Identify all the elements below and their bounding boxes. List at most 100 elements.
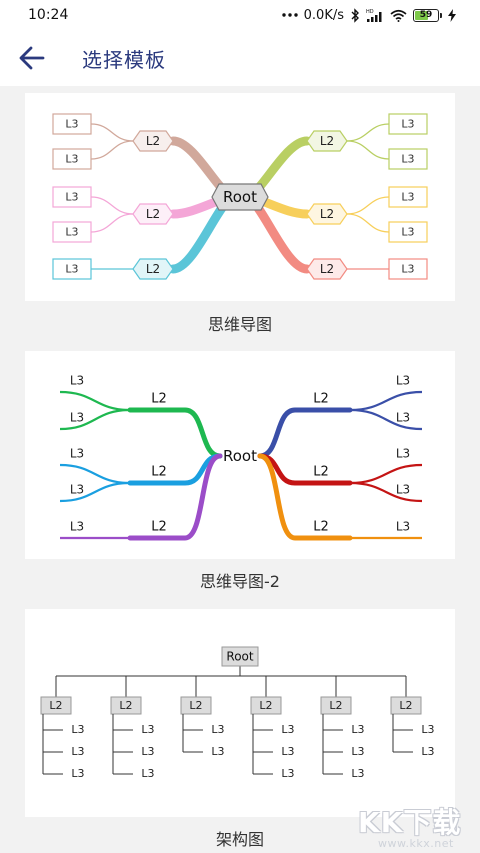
mindmap2-leaf-line xyxy=(349,481,423,503)
org-l3-label: L3 xyxy=(141,767,154,780)
mindmap-l2-label: L2 xyxy=(146,134,160,148)
mindmap-l2-label: L2 xyxy=(320,207,334,221)
mindmap-l2-label: L2 xyxy=(320,262,334,276)
app-bar: 选择模板 xyxy=(0,30,480,86)
template-card-mindmap[interactable]: L3 L3 L2 L3 L3 L2 L3 L2 L3 L3 L2 L3 L3 L2 L3 L2 Root xyxy=(25,93,455,301)
mindmap2-leaf-line xyxy=(349,463,423,485)
mindmap-preview: L3 L3 L2 L3 L3 L2 L3 L2 L3 L3 L2 L3 L3 L2 L3 L2 Root xyxy=(52,113,428,280)
bluetooth-icon xyxy=(351,7,359,23)
org-l3-label: L3 xyxy=(281,767,294,780)
mindmap-l3-label: L3 xyxy=(65,226,78,239)
mindmap2-branch-line xyxy=(127,407,223,459)
mindmap2-leaf-line xyxy=(349,390,423,412)
mindmap-l3-label: L3 xyxy=(65,153,78,166)
mindmap-2-preview: L2 L3 L3 L2 L3 L3 L2 L3 L2 L3 L3 L2 L3 L3 L2 L3 Root xyxy=(59,374,423,541)
more-dots-icon xyxy=(281,13,298,17)
org-l2-label: L2 xyxy=(399,699,412,712)
watermark-logo: KK下载 www.kkx.net xyxy=(356,801,474,851)
org-l3-label: L3 xyxy=(421,745,434,758)
status-icons: 0.0K/s HD 59 xyxy=(281,7,456,23)
page-title: 选择模板 xyxy=(82,47,166,72)
org-l2-label: L2 xyxy=(259,699,272,712)
template-card-org-chart[interactable]: L2 L3 L3 L3 L2 L3 L3 L3 L2 L3 L3 L2 L3 L3 L3 L2 L3 L3 L3 L2… xyxy=(25,609,455,817)
watermark-url: www.kkx.net xyxy=(378,837,454,850)
org-l3-label: L3 xyxy=(281,723,294,736)
status-bar: 10:24 0.0K/s HD 59 xyxy=(0,0,480,30)
mindmap2-branch-line xyxy=(257,453,353,541)
mindmap2-l3-label: L3 xyxy=(396,411,410,425)
mindmap-l3-label: L3 xyxy=(401,263,414,276)
mindmap2-l2-label: L2 xyxy=(151,520,167,535)
org-l3-label: L3 xyxy=(421,723,434,736)
org-root-label: Root xyxy=(226,650,253,664)
mindmap2-l3-label: L3 xyxy=(70,483,84,497)
mindmap2-l2-label: L2 xyxy=(151,392,167,407)
mindmap2-l2-label: L2 xyxy=(313,465,329,480)
mindmap-leaf-line xyxy=(346,123,390,142)
mindmap2-leaf-line xyxy=(59,390,131,412)
template-label-mindmap: 思维导图 xyxy=(207,315,272,334)
mindmap2-l3-label: L3 xyxy=(70,447,84,461)
mindmap2-leaf-line xyxy=(59,463,131,485)
org-l3-label: L3 xyxy=(211,745,224,758)
org-l3-label: L3 xyxy=(141,723,154,736)
mindmap2-branch-line xyxy=(257,407,353,459)
mindmap2-l2-label: L2 xyxy=(151,465,167,480)
org-l3-label: L3 xyxy=(211,723,224,736)
org-l3-label: L3 xyxy=(351,767,364,780)
mindmap2-l3-label: L3 xyxy=(396,483,410,497)
mindmap-l3-label: L3 xyxy=(401,191,414,204)
svg-text:HD: HD xyxy=(366,9,374,15)
battery-level: 59 xyxy=(419,9,433,20)
hd-signal-icon: HD xyxy=(366,9,382,22)
org-l3-label: L3 xyxy=(141,745,154,758)
wifi-icon xyxy=(390,9,407,22)
back-button[interactable] xyxy=(0,30,64,86)
mindmap2-root-label: Root xyxy=(223,447,257,465)
org-l2-label: L2 xyxy=(189,699,202,712)
org-l2-label: L2 xyxy=(49,699,62,712)
battery-icon: 59 xyxy=(413,8,442,22)
mindmap2-l3-label: L3 xyxy=(396,447,410,461)
mindmap2-l2-label: L2 xyxy=(313,392,329,407)
mindmap-l3-label: L3 xyxy=(401,153,414,166)
mindmap-l3-label: L3 xyxy=(401,226,414,239)
arrow-left-icon xyxy=(19,46,45,70)
mindmap-root-label: Root xyxy=(223,188,257,206)
charging-icon xyxy=(448,8,456,22)
org-l3-label: L3 xyxy=(71,723,84,736)
mindmap2-l3-label: L3 xyxy=(70,374,84,388)
status-time: 10:24 xyxy=(28,7,69,23)
org-l3-label: L3 xyxy=(71,767,84,780)
org-chart-preview: L2 L3 L3 L3 L2 L3 L3 L3 L2 L3 L3 L2 L3 L3 L3 L2 L3 L3 L3 L2… xyxy=(40,646,435,780)
org-l3-label: L3 xyxy=(71,745,84,758)
org-l2-label: L2 xyxy=(119,699,132,712)
mindmap-l3-label: L3 xyxy=(65,263,78,276)
template-label-mindmap-2: 思维导图-2 xyxy=(200,572,280,591)
mindmap2-l3-label: L3 xyxy=(70,520,84,534)
template-card-mindmap-2[interactable]: L2 L3 L3 L2 L3 L3 L2 L3 L2 L3 L3 L2 L3 L3 L2 L3 Root xyxy=(25,351,455,559)
mindmap-leaf-line xyxy=(90,140,134,160)
mindmap2-branch-line xyxy=(127,453,223,541)
mindmap2-l3-label: L3 xyxy=(396,520,410,534)
mindmap2-l2-label: L2 xyxy=(313,520,329,535)
mindmap-leaf-line xyxy=(90,213,134,233)
mindmap-l2-label: L2 xyxy=(320,134,334,148)
org-l3-label: L3 xyxy=(281,745,294,758)
org-l3-label: L3 xyxy=(351,723,364,736)
mindmap-l3-label: L3 xyxy=(65,191,78,204)
mindmap-l2-label: L2 xyxy=(146,207,160,221)
mindmap-l2-label: L2 xyxy=(146,262,160,276)
watermark-text: KK下载 xyxy=(358,806,462,839)
mindmap2-leaf-line xyxy=(349,408,423,431)
network-speed: 0.0K/s xyxy=(303,7,344,23)
org-l2-label: L2 xyxy=(329,699,342,712)
mindmap-leaf-line xyxy=(90,196,134,215)
mindmap-leaf-line xyxy=(90,123,134,142)
mindmap-leaf-line xyxy=(346,140,390,160)
mindmap-leaf-line xyxy=(346,196,390,215)
mindmap2-l3-label: L3 xyxy=(396,374,410,388)
mindmap-leaf-line xyxy=(346,213,390,233)
mindmap-l3-label: L3 xyxy=(65,118,78,131)
org-l3-label: L3 xyxy=(351,745,364,758)
